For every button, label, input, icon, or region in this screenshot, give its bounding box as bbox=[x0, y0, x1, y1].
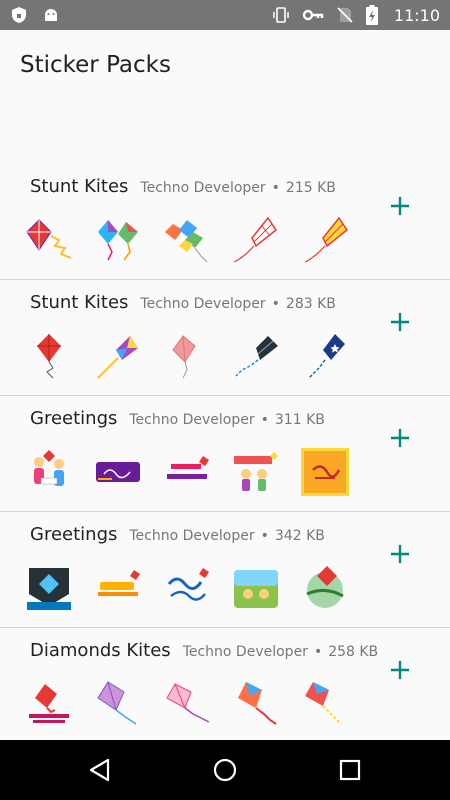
back-icon[interactable] bbox=[86, 756, 114, 784]
pack-size: 283 KB bbox=[285, 296, 336, 312]
sticker-previews bbox=[25, 216, 349, 264]
greeting-sticker bbox=[27, 568, 71, 610]
pack-header: Diamonds Kites Techno Developer • 258 KB bbox=[30, 640, 378, 661]
kite-sticker bbox=[97, 336, 138, 379]
pack-header: Greetings Techno Developer • 342 KB bbox=[30, 524, 325, 545]
shield-icon bbox=[12, 7, 26, 23]
navigation-bar bbox=[0, 740, 450, 800]
pack-name: Greetings bbox=[30, 408, 118, 429]
separator-dot: • bbox=[313, 644, 323, 660]
pack-size: 215 KB bbox=[285, 180, 336, 196]
separator-dot: • bbox=[271, 180, 280, 196]
sticker-previews bbox=[25, 564, 349, 612]
greeting-sticker bbox=[306, 566, 344, 608]
greeting-sticker bbox=[167, 456, 209, 479]
page-title: Sticker Packs bbox=[20, 52, 171, 78]
pack-publisher: Techno Developer bbox=[140, 180, 266, 196]
kite-sticker bbox=[166, 683, 210, 723]
pack-size: 311 KB bbox=[274, 412, 325, 428]
kite-sticker bbox=[172, 335, 196, 379]
pack-header: Stunt Kites Techno Developer • 215 KB bbox=[30, 176, 336, 197]
pack-publisher: Techno Developer bbox=[129, 528, 255, 544]
kite-sticker bbox=[305, 682, 342, 725]
pack-publisher: Techno Developer bbox=[140, 296, 266, 312]
kite-sticker bbox=[98, 220, 138, 261]
sticker-previews bbox=[25, 680, 349, 728]
sticker-pack-row[interactable]: Stunt Kites Techno Developer • 215 KB bbox=[0, 164, 450, 280]
sticker-pack-row[interactable]: Stunt Kites Techno Developer • 283 KB bbox=[0, 280, 450, 396]
pack-header: Stunt Kites Techno Developer • 283 KB bbox=[30, 292, 336, 313]
sticker-pack-row[interactable]: Diamonds Kites Techno Developer • 258 KB bbox=[0, 628, 450, 744]
separator-dot: • bbox=[260, 412, 269, 428]
pack-size: 342 KB bbox=[274, 528, 325, 544]
key-icon bbox=[302, 9, 324, 21]
pack-meta: Techno Developer • 342 KB bbox=[129, 528, 324, 544]
greeting-sticker bbox=[234, 570, 278, 608]
sticker-previews bbox=[25, 448, 349, 496]
recents-icon[interactable] bbox=[336, 756, 364, 784]
pack-name: Stunt Kites bbox=[30, 292, 129, 313]
add-pack-button[interactable] bbox=[388, 426, 412, 450]
pack-publisher: Techno Developer bbox=[129, 412, 255, 428]
sticker-previews bbox=[25, 332, 349, 380]
kite-sticker bbox=[308, 334, 345, 379]
add-pack-button[interactable] bbox=[388, 310, 412, 334]
no-sim-icon bbox=[337, 7, 353, 23]
add-pack-button[interactable] bbox=[388, 542, 412, 566]
kite-sticker bbox=[29, 684, 69, 723]
pack-header: Greetings Techno Developer • 311 KB bbox=[30, 408, 325, 429]
sticker-pack-list: Stunt Kites Techno Developer • 215 KB St… bbox=[0, 164, 450, 744]
separator-dot: • bbox=[271, 296, 280, 312]
pack-meta: Techno Developer • 258 KB bbox=[183, 644, 378, 660]
clock: 11:10 bbox=[393, 5, 440, 25]
greeting-sticker bbox=[234, 452, 278, 491]
status-bar: 11:10 bbox=[0, 0, 450, 30]
home-icon[interactable] bbox=[211, 756, 239, 784]
add-pack-button[interactable] bbox=[388, 658, 412, 682]
greeting-sticker bbox=[167, 568, 209, 601]
kite-sticker bbox=[37, 334, 61, 379]
pack-name: Diamonds Kites bbox=[30, 640, 171, 661]
add-pack-button[interactable] bbox=[388, 194, 412, 218]
sticker-pack-row[interactable]: Greetings Techno Developer • 342 KB bbox=[0, 512, 450, 628]
sticker-pack-row[interactable]: Greetings Techno Developer • 311 KB bbox=[0, 396, 450, 512]
kite-sticker bbox=[233, 216, 278, 263]
pack-meta: Techno Developer • 215 KB bbox=[140, 180, 335, 196]
greeting-sticker bbox=[98, 570, 140, 596]
vibrate-icon bbox=[273, 7, 289, 23]
pack-name: Greetings bbox=[30, 524, 118, 545]
kite-sticker bbox=[165, 220, 208, 263]
kite-sticker bbox=[238, 682, 277, 725]
separator-dot: • bbox=[260, 528, 269, 544]
pack-size: 258 KB bbox=[328, 644, 379, 660]
pack-meta: Techno Developer • 283 KB bbox=[140, 296, 335, 312]
pack-meta: Techno Developer • 311 KB bbox=[129, 412, 324, 428]
kite-sticker bbox=[235, 336, 278, 377]
greeting-sticker bbox=[34, 450, 64, 486]
kite-sticker bbox=[97, 681, 137, 725]
kite-sticker bbox=[26, 219, 72, 259]
pack-publisher: Techno Developer bbox=[182, 644, 308, 660]
pack-name: Stunt Kites bbox=[30, 176, 129, 197]
greeting-sticker bbox=[96, 462, 140, 482]
kite-sticker bbox=[304, 216, 349, 263]
greeting-sticker bbox=[301, 448, 349, 496]
battery-charging-icon bbox=[365, 5, 378, 25]
android-icon bbox=[45, 9, 57, 21]
